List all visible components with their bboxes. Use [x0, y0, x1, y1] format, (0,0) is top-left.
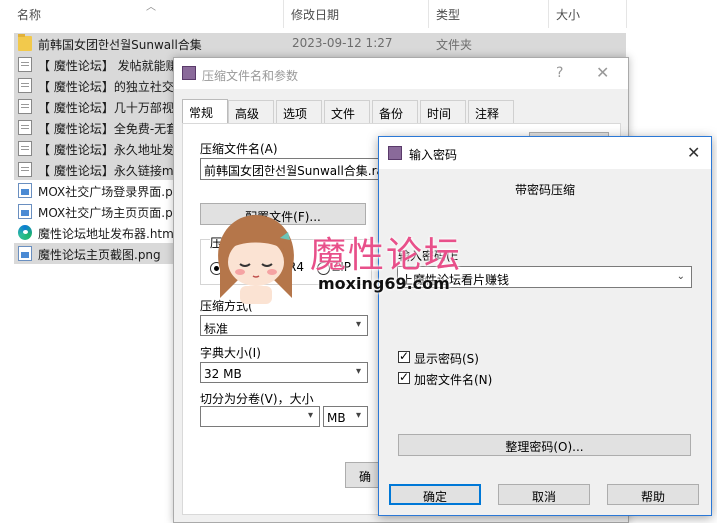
winrar-icon	[182, 66, 196, 80]
chevron-down-icon: ▾	[307, 410, 313, 421]
help-icon[interactable]: ?	[556, 65, 563, 81]
chevron-down-icon: ⌄	[676, 271, 685, 282]
method-select[interactable]: 标准 ▾	[200, 315, 368, 336]
close-icon[interactable]: ✕	[687, 143, 700, 162]
winrar-icon	[388, 146, 402, 160]
column-separator[interactable]	[548, 0, 549, 28]
edge-html-icon	[18, 225, 32, 240]
file-name: 魔性论坛地址发布器.html	[38, 227, 178, 241]
column-name[interactable]: 名称	[17, 6, 41, 23]
password-dialog-titlebar[interactable]: 输入密码 ✕	[379, 137, 711, 169]
column-separator[interactable]	[283, 0, 284, 28]
column-separator[interactable]	[626, 0, 627, 28]
file-name: 前韩国女团한선월Sunwall合集	[38, 38, 202, 52]
file-name: 【 魔性论坛】永久地址发	[38, 143, 174, 157]
tab-backup[interactable]: 备份	[372, 100, 418, 123]
archive-name-label: 压缩文件名(A)	[200, 142, 278, 156]
encrypt-filenames-checkbox[interactable]	[398, 370, 410, 384]
file-date: 2023-09-12 1:27	[292, 36, 393, 50]
archive-name-input[interactable]: 前韩国女团한선월Sunwall合集.rar	[200, 158, 389, 180]
folder-icon	[18, 34, 32, 51]
watermark-text: 魔性论坛	[310, 235, 463, 276]
cartoon-girl-mascot-icon	[218, 215, 294, 304]
image-file-icon	[18, 183, 32, 198]
image-file-icon	[18, 246, 32, 261]
text-file-icon	[18, 78, 32, 93]
text-file-icon	[18, 141, 32, 156]
cancel-button[interactable]: 取消	[498, 484, 590, 505]
show-password-checkbox[interactable]	[398, 349, 410, 363]
tab-time[interactable]: 时间	[420, 100, 466, 123]
column-separator[interactable]	[428, 0, 429, 28]
column-header-bar: ︿ 名称 修改日期 类型 大小	[0, 0, 717, 28]
file-name: 【 魔性论坛】永久链接m	[38, 164, 174, 178]
file-name: 【 魔性论坛】几十万部视	[38, 101, 174, 115]
image-file-icon	[18, 204, 32, 219]
file-type: 文件夹	[436, 38, 473, 52]
watermark-url: moxing69.com	[318, 274, 450, 293]
help-button[interactable]: 帮助	[607, 484, 699, 505]
show-password-label: 显示密码(S)	[414, 352, 479, 366]
tab-options[interactable]: 选项	[276, 100, 322, 123]
password-dialog: 输入密码 ✕ 带密码压缩 输入密码(E 上魔性论坛看片赚钱⌄ 显示密码(S) 加…	[378, 136, 712, 516]
encrypt-filenames-label: 加密文件名(N)	[414, 373, 493, 387]
tab-files[interactable]: 文件	[324, 100, 370, 123]
archive-dialog-title: 压缩文件名和参数	[202, 69, 299, 83]
text-file-icon	[18, 120, 32, 135]
close-icon[interactable]: ✕	[596, 63, 609, 82]
column-type[interactable]: 类型	[436, 6, 460, 23]
archive-dialog-titlebar[interactable]: 压缩文件名和参数 ? ✕	[174, 58, 628, 89]
split-unit-select[interactable]: MB ▾	[323, 406, 368, 427]
text-file-icon	[18, 99, 32, 114]
tab-general[interactable]: 常规	[182, 99, 228, 124]
file-row[interactable]: 前韩国女团한선월Sunwall合集 2023-09-12 1:27 文件夹	[14, 33, 626, 54]
split-size-input[interactable]: ▾	[200, 406, 320, 427]
file-name: 【 魔性论坛】 发帖就能赚	[38, 59, 178, 73]
dictionary-label: 字典大小(I)	[200, 346, 261, 360]
sort-arrow-icon: ︿	[146, 2, 156, 13]
chevron-down-icon: ▾	[355, 366, 361, 377]
split-volumes-label: 切分为分卷(V)，大小	[200, 392, 314, 406]
text-file-icon	[18, 162, 32, 177]
file-name: MOX社交广场登录界面.p	[38, 185, 173, 199]
organize-passwords-button[interactable]: 整理密码(O)...	[398, 434, 691, 456]
column-size[interactable]: 大小	[556, 6, 580, 23]
file-name: MOX社交广场主页页面.p	[38, 206, 173, 220]
password-heading: 带密码压缩	[515, 183, 576, 197]
chevron-down-icon: ▾	[355, 410, 361, 421]
tab-comment[interactable]: 注释	[468, 100, 514, 123]
file-name: 【 魔性论坛】的独立社交	[38, 80, 174, 94]
ok-button[interactable]: 确定	[389, 484, 481, 505]
dictionary-select[interactable]: 32 MB ▾	[200, 362, 368, 383]
column-date[interactable]: 修改日期	[291, 6, 339, 23]
text-file-icon	[18, 57, 32, 72]
file-name: 【 魔性论坛】全免费-无套	[38, 122, 179, 136]
tab-advanced[interactable]: 高级	[228, 100, 274, 123]
password-dialog-title: 输入密码	[409, 148, 458, 162]
file-name: 魔性论坛主页截图.png	[38, 248, 161, 262]
chevron-down-icon: ▾	[355, 319, 361, 330]
